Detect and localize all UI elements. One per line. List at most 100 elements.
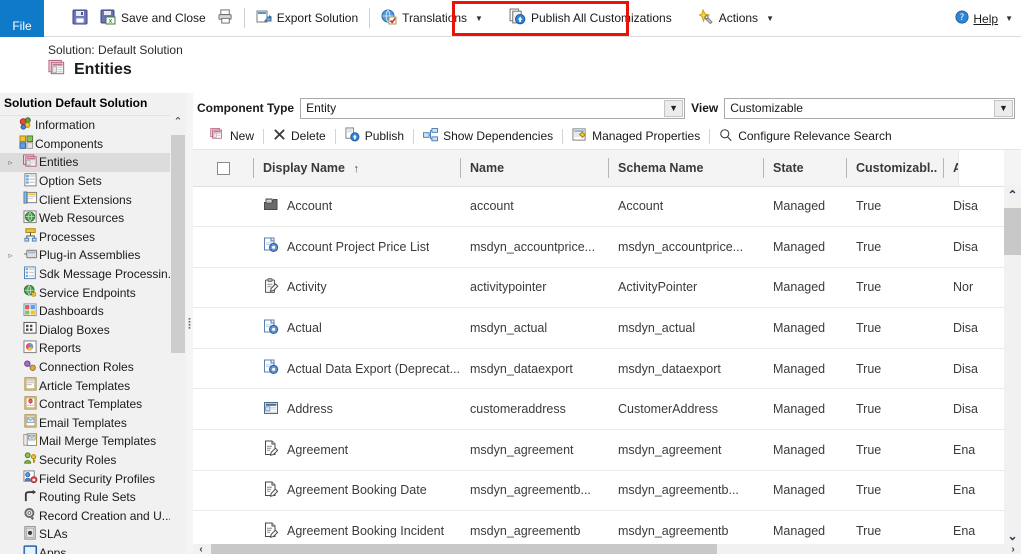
column-header-customizable[interactable]: Customizabl.. [846, 150, 943, 187]
select-all-header[interactable] [193, 150, 253, 187]
save-and-close-button[interactable]: x Save and Close [94, 4, 212, 32]
svg-text:x: x [108, 17, 112, 25]
sidebar-item-mail-merge-templates[interactable]: Mail Merge Templates [0, 432, 186, 451]
expand-toggle-icon[interactable]: ▹ [4, 158, 17, 167]
entity-display-name: Agreement Booking Date [287, 483, 427, 498]
table-row[interactable]: Actual Data Export (Deprecat... msdyn_dat… [193, 348, 1021, 390]
row-select-cell[interactable] [193, 429, 253, 471]
column-chooser-area[interactable] [958, 150, 1004, 186]
scroll-up-arrow-icon[interactable]: ⌃ [1004, 186, 1021, 203]
row-select-cell[interactable] [193, 470, 253, 512]
publish-all-customizations-button[interactable]: Publish All Customizations [503, 4, 678, 32]
table-row[interactable]: Account account Account Managed True Disa [193, 186, 1021, 228]
grid-vertical-scrollbar[interactable]: ⌃ ⌄ [1004, 186, 1021, 544]
table-row[interactable]: Account Project Price List msdyn_accountp… [193, 226, 1021, 268]
table-row[interactable]: Address customeraddress CustomerAddress Man… [193, 388, 1021, 431]
sidebar-item-entities[interactable]: ▹ Entities [0, 153, 186, 172]
sidebar-item-apps[interactable]: Apps [0, 544, 186, 554]
sidebar-item-slas[interactable]: SLAs [0, 525, 186, 544]
managed-properties-button[interactable]: Managed Properties [563, 125, 709, 147]
column-header-schema-name[interactable]: Schema Name [608, 150, 763, 187]
sidebar-scroll-thumb[interactable] [171, 135, 185, 353]
sidebar-item-label: Sdk Message Processin... [39, 267, 178, 282]
cell-display-name[interactable]: Actual [253, 307, 460, 349]
sidebar-item-sdk-message-processin[interactable]: Sdk Message Processin... [0, 265, 186, 284]
sidebar-item-article-templates[interactable]: Article Templates [0, 376, 186, 395]
sidebar-scrollbar[interactable]: ⌃ [170, 115, 186, 554]
row-select-cell[interactable] [193, 348, 253, 390]
sidebar-item-dashboards[interactable]: Dashboards [0, 302, 186, 321]
cell-display-name[interactable]: Account [253, 186, 460, 228]
sidebar-item-contract-templates[interactable]: Contract Templates [0, 395, 186, 414]
view-value: Customizable [730, 101, 803, 115]
row-select-cell[interactable] [193, 307, 253, 349]
cell-display-name[interactable]: Account Project Price List [253, 226, 460, 268]
cell-display-name[interactable]: Actual Data Export (Deprecat... [253, 348, 460, 390]
scroll-left-arrow-icon[interactable]: ‹ [194, 544, 208, 554]
actions-button[interactable]: Actions ▼ [692, 4, 780, 32]
cell-display-name[interactable]: Agreement [253, 429, 460, 471]
column-header-display-name[interactable]: Display Name ↑ [253, 150, 460, 187]
file-tab[interactable]: File [0, 0, 44, 37]
translations-icon [381, 9, 397, 28]
cell-display-name[interactable]: Address [253, 388, 460, 431]
pane-splitter[interactable]: ▪ ▪ ▪ ▪ [186, 93, 193, 554]
table-row[interactable]: Agreement Booking Date msdyn_agreementb..… [193, 470, 1021, 512]
sidebar-item-reports[interactable]: Reports [0, 339, 186, 358]
translations-button[interactable]: Translations ▼ [375, 4, 489, 32]
sidebar-item-field-security-profiles[interactable]: Field Security Profiles [0, 469, 186, 488]
cell-customizable: True [846, 267, 943, 309]
grid-horizontal-scrollbar[interactable]: ‹ › [193, 544, 1021, 554]
sidebar-item-option-sets[interactable]: Option Sets [0, 172, 186, 191]
save-button[interactable] [66, 4, 94, 32]
select-all-checkbox[interactable] [216, 161, 230, 175]
row-select-cell[interactable] [193, 267, 253, 309]
entity-display-name: Address [287, 402, 333, 417]
scroll-down-arrow-icon[interactable]: ⌄ [1004, 527, 1021, 544]
column-header-name[interactable]: Name [460, 150, 608, 187]
sidebar-item-service-endpoints[interactable]: Service Endpoints [0, 283, 186, 302]
sidebar-item-connection-roles[interactable]: Connection Roles [0, 358, 186, 377]
sidebar-item-information[interactable]: Information [0, 116, 186, 135]
custom-entity-icon [263, 359, 279, 378]
print-button[interactable] [212, 4, 239, 32]
configure-relevance-search-button[interactable]: Configure Relevance Search [710, 125, 900, 147]
sidebar-item-web-resources[interactable]: Web Resources [0, 209, 186, 228]
sidebar-item-plug-in-assemblies[interactable]: ▹ Plug-in Assemblies [0, 246, 186, 265]
expand-toggle-icon[interactable]: ▹ [4, 251, 17, 260]
page-header: Solution: Default Solution Entities [0, 37, 1021, 122]
view-select[interactable]: Customizable ▼ [724, 97, 1015, 119]
chevron-down-icon-view[interactable]: ▼ [994, 99, 1013, 117]
export-solution-button[interactable]: Export Solution [250, 4, 364, 32]
cell-state: Managed [763, 267, 846, 309]
sidebar-item-processes[interactable]: Processes [0, 228, 186, 247]
delete-button[interactable]: Delete [264, 125, 335, 147]
sidebar-item-dialog-boxes[interactable]: Dialog Boxes [0, 321, 186, 340]
sidebar-item-record-creation-and-u[interactable]: Record Creation and U... [0, 506, 186, 525]
cell-state: Managed [763, 226, 846, 268]
row-select-cell[interactable] [193, 226, 253, 268]
sidebar-item-security-roles[interactable]: Security Roles [0, 451, 186, 470]
table-row[interactable]: Actual msdyn_actual msdyn_actual Managed Tru… [193, 307, 1021, 349]
table-row[interactable]: Agreement msdyn_agreement msdyn_agreement M… [193, 429, 1021, 471]
grid-vertical-scroll-thumb[interactable] [1004, 208, 1021, 255]
publish-button[interactable]: Publish [336, 125, 413, 147]
sidebar-item-components[interactable]: Components [0, 135, 186, 154]
help-button[interactable]: ? Help ▼ [955, 10, 1013, 27]
component-type-select[interactable]: Entity ▼ [300, 97, 686, 119]
sidebar-item-email-templates[interactable]: Email Templates [0, 414, 186, 433]
sidebar-item-client-extensions[interactable]: Client Extensions [0, 190, 186, 209]
scroll-up-icon[interactable]: ⌃ [170, 115, 186, 131]
scroll-right-arrow-icon[interactable]: › [1006, 544, 1020, 554]
cell-display-name[interactable]: Activity [253, 267, 460, 309]
grid-horizontal-scroll-thumb[interactable] [211, 544, 717, 554]
column-header-state[interactable]: State [763, 150, 846, 187]
row-select-cell[interactable] [193, 388, 253, 431]
new-button[interactable]: New [201, 125, 263, 147]
chevron-down-icon-component[interactable]: ▼ [664, 99, 684, 117]
show-dependencies-button[interactable]: Show Dependencies [414, 125, 562, 147]
cell-display-name[interactable]: Agreement Booking Date [253, 470, 460, 512]
row-select-cell[interactable] [193, 186, 253, 228]
table-row[interactable]: Activity activitypointer ActivityPointer Ma… [193, 267, 1021, 309]
sidebar-item-routing-rule-sets[interactable]: Routing Rule Sets [0, 488, 186, 507]
